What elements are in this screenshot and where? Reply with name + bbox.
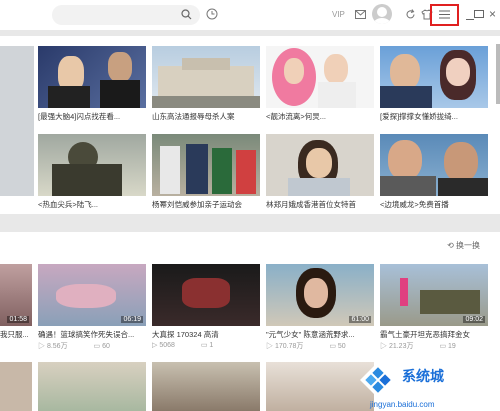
video-thumbnail[interactable]	[380, 134, 488, 196]
video-title[interactable]: "元气少女" 陈意涵荒野求...	[266, 329, 378, 340]
comment-count: ▭ 50	[329, 343, 346, 350]
video-thumbnail[interactable]	[380, 46, 488, 108]
duration-badge: 01:58	[7, 316, 29, 323]
duration-badge: 09:02	[463, 316, 485, 323]
video-title[interactable]: [爱探]撑撑女懂娇拢绮...	[380, 111, 492, 122]
video-thumbnail[interactable]	[38, 134, 146, 196]
video-thumbnail[interactable]	[0, 362, 32, 411]
watermark-text: 系统城	[402, 368, 444, 384]
video-title[interactable]: <热血尖兵>陆飞...	[38, 199, 150, 210]
video-title[interactable]: 大真探 170324 高清	[152, 329, 264, 340]
refresh-batch-label: 换一换	[456, 241, 480, 250]
main-menu-button[interactable]	[430, 4, 459, 26]
play-count: ▷ 21.23万	[380, 343, 414, 350]
video-thumbnail[interactable]	[38, 46, 146, 108]
scrollbar[interactable]	[496, 44, 500, 104]
video-thumbnail[interactable]: 06:19	[38, 264, 146, 326]
maximize-icon[interactable]	[474, 10, 484, 18]
video-title[interactable]: 我只服...	[0, 329, 34, 340]
previous-card-partial[interactable]	[0, 46, 34, 196]
refresh-icon[interactable]	[405, 9, 416, 22]
play-count: ▷ 5068	[152, 342, 175, 349]
comment-count: ▭ 1	[200, 342, 214, 349]
recommend-section: [最强大脑4]闪点找茬看... 山东高法通报辱母杀人案 <靓沛流离>何炅... …	[0, 36, 500, 214]
video-stats: ▷ 170.78万 ▭ 50	[266, 341, 370, 351]
search-icon[interactable]	[181, 9, 192, 22]
video-title[interactable]: <靓沛流离>何炅...	[266, 111, 378, 122]
mail-icon[interactable]	[355, 10, 366, 21]
history-clock-icon[interactable]	[206, 8, 218, 22]
play-count: ▷ 8.56万	[38, 343, 68, 350]
comment-count: ▭ 19	[439, 343, 456, 350]
video-title[interactable]: 林郑月娥成香港首位女特首	[266, 199, 378, 210]
video-stats: ▷ 21.23万 ▭ 19	[380, 341, 480, 351]
video-thumbnail[interactable]: 61:00	[266, 264, 374, 326]
video-stats: ▷ 5068 ▭ 1	[152, 341, 237, 349]
video-title[interactable]: 杨幂刘恺威参加亲子运动会	[152, 199, 264, 210]
video-title[interactable]: 确遇！篮球搞笑作死失误合...	[38, 329, 150, 340]
video-thumbnail[interactable]	[152, 134, 260, 196]
video-thumbnail[interactable]: 01:58	[0, 264, 32, 326]
play-count: ▷ 170.78万	[266, 343, 304, 350]
refresh-icon: ⟲	[447, 241, 454, 250]
video-thumbnail[interactable]	[152, 46, 260, 108]
watermark: 系统城 jingyan.baidu.com	[358, 360, 500, 411]
minimize-icon[interactable]	[466, 8, 474, 20]
comment-count: ▭ 60	[93, 343, 110, 350]
refresh-batch-button[interactable]: ⟲ 换一换	[447, 240, 480, 251]
video-title[interactable]: <边境威龙>免费首播	[380, 199, 492, 210]
video-title[interactable]: 山东高法通报辱母杀人案	[152, 111, 264, 122]
watermark-url: jingyan.baidu.com	[370, 400, 435, 409]
video-thumbnail[interactable]: 09:02	[380, 264, 488, 326]
search-input[interactable]	[52, 5, 200, 25]
video-thumbnail[interactable]	[266, 46, 374, 108]
duration-badge: 61:00	[349, 316, 371, 323]
duration-badge: 06:19	[121, 316, 143, 323]
video-thumbnail[interactable]	[152, 264, 260, 326]
windows-logo-icon	[360, 362, 396, 398]
video-title[interactable]: [最强大脑4]闪点找茬看...	[38, 111, 150, 122]
close-icon[interactable]: ×	[489, 7, 496, 21]
video-thumbnail[interactable]	[266, 134, 374, 196]
video-title[interactable]: 霸气土豪开坦克恶搞拜金女	[380, 329, 492, 340]
vip-label[interactable]: VIP	[332, 10, 345, 19]
menu-icon	[439, 10, 450, 21]
title-bar: VIP ×	[0, 0, 500, 30]
video-stats: ▷ 8.56万 ▭ 60	[38, 341, 134, 351]
video-thumbnail[interactable]	[38, 362, 146, 411]
avatar[interactable]	[372, 4, 392, 24]
video-thumbnail[interactable]	[152, 362, 260, 411]
